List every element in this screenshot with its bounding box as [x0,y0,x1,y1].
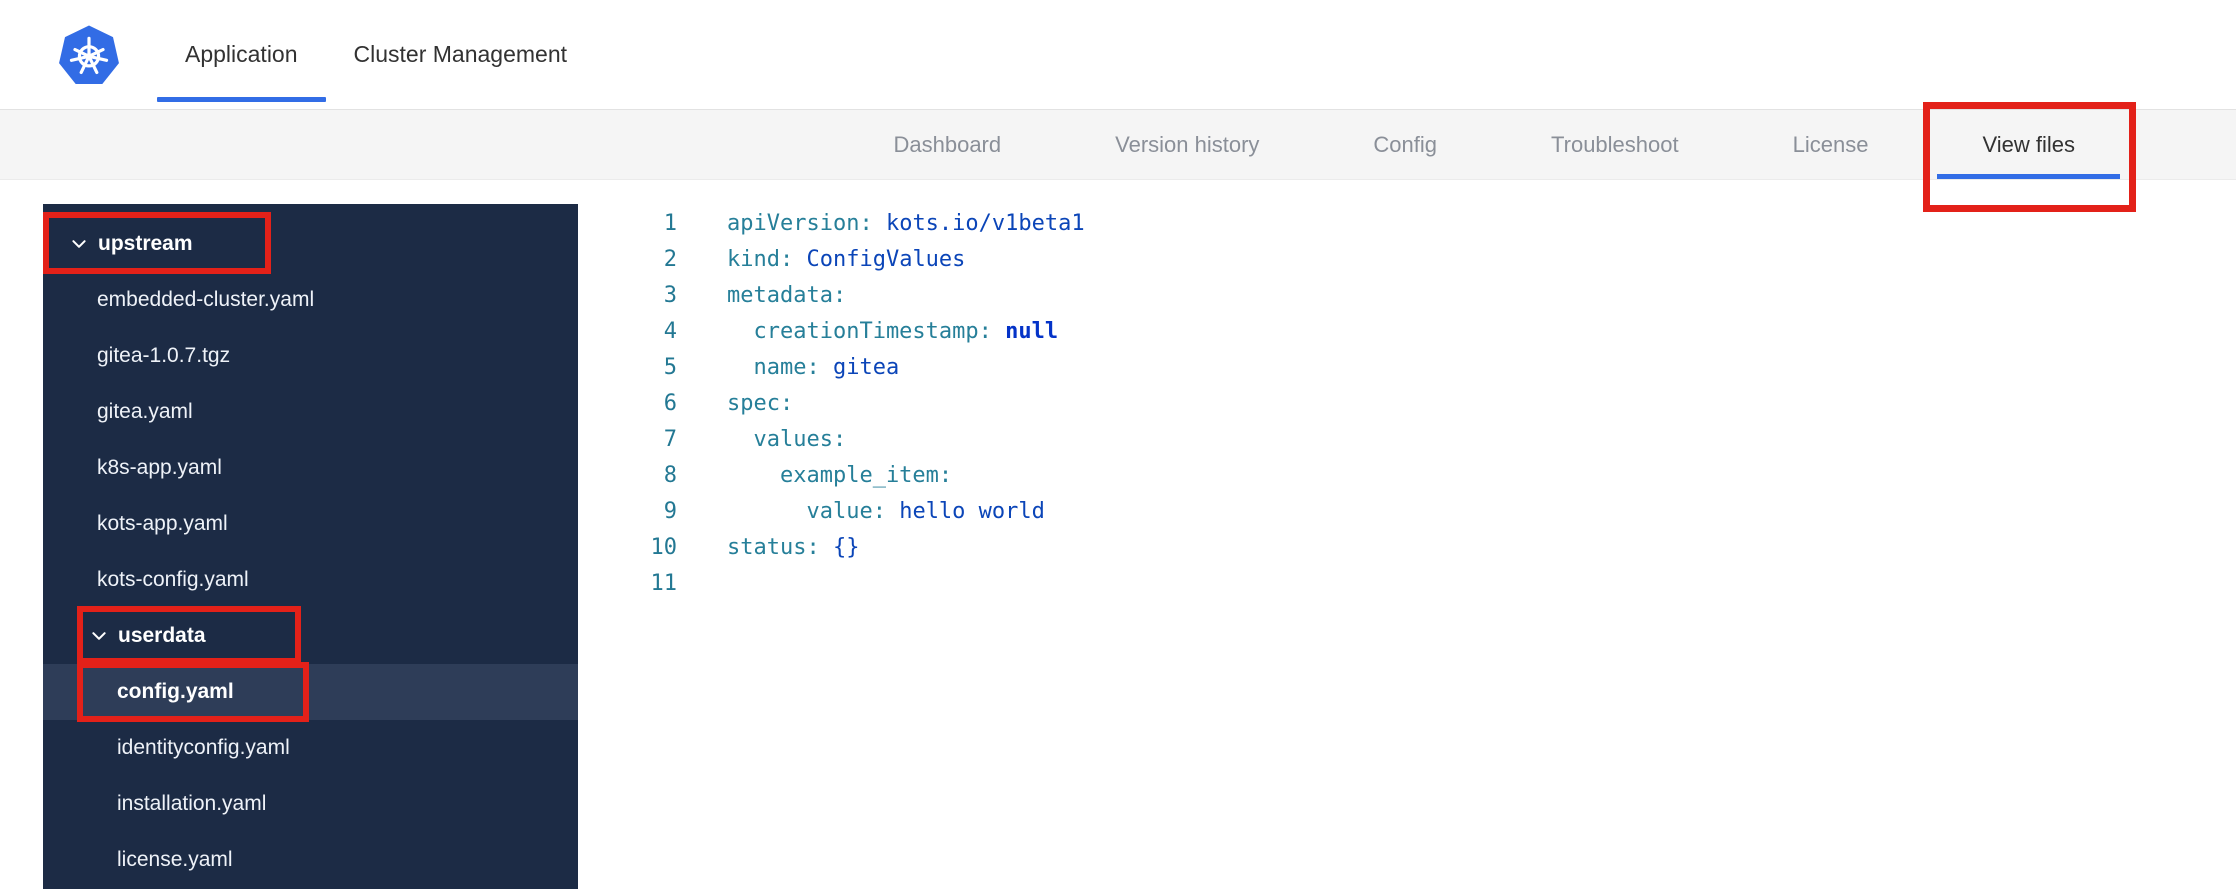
code-line: 1 apiVersion: kots.io/v1beta1 [613,206,2236,242]
line-number: 7 [663,427,677,452]
tree-file-label: installation.yaml [117,792,267,815]
tree-file-gitea-tgz[interactable]: gitea-1.0.7.tgz [43,328,578,384]
tab-version-history-label: Version history [1115,131,1260,157]
tab-troubleshoot[interactable]: Troubleshoot [1494,110,1736,179]
line-number: 8 [663,463,677,488]
tab-dashboard-label: Dashboard [893,131,1002,157]
code-line: 7 values: [613,422,2236,458]
code-line: 9 value: hello world [613,494,2236,530]
tree-file-label: embedded-cluster.yaml [97,288,315,311]
tree-file-label: kots-app.yaml [97,512,228,535]
tree-file-installation-yaml[interactable]: installation.yaml [43,776,578,832]
line-number: 11 [650,571,678,596]
tree-folder-label: upstream [98,232,193,255]
tree-file-label: config.yaml [117,680,234,703]
tab-cluster-management-label: Cluster Management [353,41,568,67]
chevron-down-icon [69,234,89,254]
line-number: 10 [650,535,678,560]
tab-cluster-management[interactable]: Cluster Management [326,0,596,109]
tree-file-identityconfig-yaml[interactable]: identityconfig.yaml [43,720,578,776]
tree-file-label: gitea.yaml [97,400,193,423]
tab-config[interactable]: Config [1316,110,1494,179]
tree-file-gitea-yaml[interactable]: gitea.yaml [43,384,578,440]
code-line: 5 name: gitea [613,350,2236,386]
tree-file-label: identityconfig.yaml [117,736,290,759]
tree-folder-label: userdata [118,624,206,647]
kubernetes-logo-icon [57,23,121,87]
chevron-down-icon [89,626,109,646]
code-line: 6 spec: [613,386,2236,422]
tab-view-files[interactable]: View files [1923,102,2136,212]
line-number: 2 [663,247,677,272]
tree-file-config-yaml[interactable]: config.yaml [43,664,578,720]
tab-dashboard[interactable]: Dashboard [836,110,1058,179]
tab-view-files-label: View files [1982,131,2075,157]
content-area: upstream embedded-cluster.yaml gitea-1.0… [43,204,2236,889]
tree-file-label: license.yaml [117,848,233,871]
tree-file-label: gitea-1.0.7.tgz [97,344,231,367]
file-editor[interactable]: 1 apiVersion: kots.io/v1beta1 2 kind: Co… [578,204,2236,889]
tab-troubleshoot-label: Troubleshoot [1551,131,1679,157]
header-tabs: Application Cluster Management [157,0,595,109]
tab-license[interactable]: License [1736,110,1926,179]
code-line: 3 metadata: [613,278,2236,314]
file-tree-sidebar: upstream embedded-cluster.yaml gitea-1.0… [43,204,578,889]
tree-file-license-yaml[interactable]: license.yaml [43,832,578,888]
tab-application-label: Application [185,41,298,67]
code-line: 4 creationTimestamp: null [613,314,2236,350]
line-number: 5 [663,355,677,380]
app-header: Application Cluster Management [0,0,2236,110]
tree-file-k8s-app-yaml[interactable]: k8s-app.yaml [43,440,578,496]
tree-folder-userdata[interactable]: userdata [43,608,578,664]
tree-file-label: k8s-app.yaml [97,456,222,479]
tree-file-label: kots-config.yaml [97,568,249,591]
app-subnav: Dashboard Version history Config Trouble… [0,102,2236,212]
line-number: 6 [663,391,677,416]
line-number: 3 [663,283,677,308]
line-number: 1 [663,211,677,236]
line-number: 9 [663,499,677,524]
tab-license-label: License [1792,131,1869,157]
tree-file-kots-config-yaml[interactable]: kots-config.yaml [43,552,578,608]
tab-application[interactable]: Application [157,0,326,109]
tree-folder-upstream[interactable]: upstream [43,216,578,272]
tree-file-kots-app-yaml[interactable]: kots-app.yaml [43,496,578,552]
code-line: 8 example_item: [613,458,2236,494]
tree-file-embedded-cluster-yaml[interactable]: embedded-cluster.yaml [43,272,578,328]
code-line: 10 status: {} [613,530,2236,566]
kots-admin-console: Application Cluster Management Dashboard… [0,0,2236,890]
code-line: 2 kind: ConfigValues [613,242,2236,278]
line-number: 4 [663,319,677,344]
tab-config-label: Config [1373,131,1438,157]
code-line: 11 [613,566,2236,602]
tab-version-history[interactable]: Version history [1058,110,1316,179]
